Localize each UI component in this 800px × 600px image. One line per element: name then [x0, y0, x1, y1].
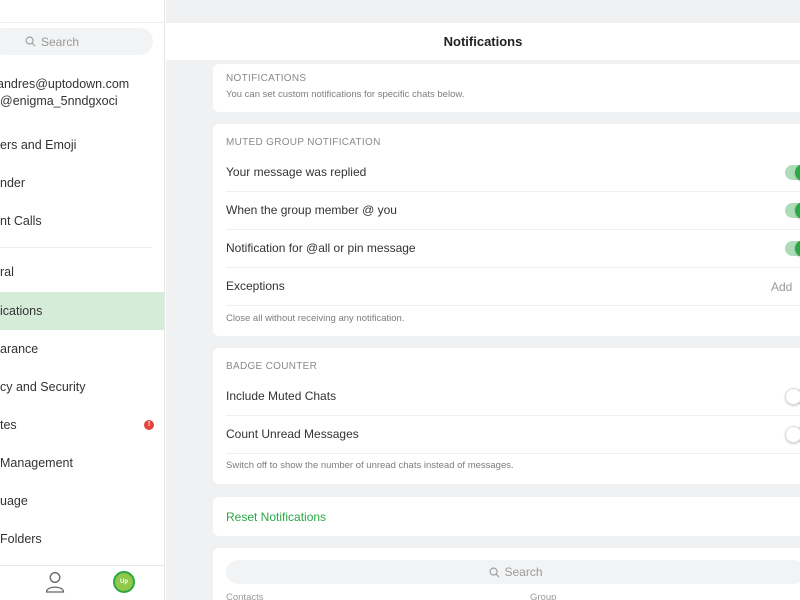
setting-label: Exceptions	[226, 279, 285, 293]
setting-row-member-mention[interactable]: When the group member @ you	[226, 191, 800, 229]
notifications-panel: Notifications NOTIFICATIONS You can set …	[166, 0, 800, 600]
contacts-icon[interactable]	[45, 571, 65, 593]
setting-row-message-replied[interactable]: Your message was replied	[226, 153, 800, 191]
row-divider	[226, 305, 800, 306]
add-exception-button[interactable]: Add	[771, 280, 792, 294]
setting-row-include-muted[interactable]: Include Muted Chats	[226, 377, 800, 415]
exceptions-search-input[interactable]: Search	[226, 560, 800, 584]
section-title-muted-group: MUTED GROUP NOTIFICATION	[226, 137, 381, 148]
toggle-all-pin[interactable]	[785, 240, 800, 257]
sidebar-item-label: tes	[0, 418, 17, 432]
sidebar-item-chat-folders[interactable]: Folders	[0, 520, 164, 558]
sidebar-search-input[interactable]: Search	[0, 28, 153, 55]
sidebar-item-notifications[interactable]: ications	[0, 292, 164, 330]
section-footer: Close all without receiving any notifica…	[226, 313, 405, 324]
sidebar-item-label: Management	[0, 456, 73, 470]
setting-row-count-unread[interactable]: Count Unread Messages	[226, 415, 800, 453]
sidebar-item-label: nt Calls	[0, 214, 42, 228]
toggle-knob	[795, 240, 800, 257]
tab-group[interactable]: Group	[530, 592, 556, 600]
search-icon	[490, 567, 500, 577]
badge-counter-card: BADGE COUNTER Include Muted Chats Count …	[213, 348, 800, 484]
sidebar-search-placeholder: Search	[41, 34, 80, 49]
sidebar-item-data-management[interactable]: Management	[0, 444, 164, 482]
section-description: You can set custom notifications for spe…	[226, 89, 465, 100]
toggle-message-replied[interactable]	[785, 164, 800, 181]
setting-label: When the group member @ you	[226, 203, 397, 217]
sidebar-item-label: uage	[0, 494, 28, 508]
toggle-knob	[785, 388, 800, 405]
sidebar-item-label: ers and Emoji	[0, 138, 77, 152]
update-alert-badge: !	[144, 420, 154, 430]
sidebar-divider	[0, 247, 152, 248]
reset-card: Reset Notifications	[213, 497, 800, 536]
sidebar-top-divider	[0, 22, 164, 23]
sidebar-item-label: cy and Security	[0, 380, 86, 394]
sidebar-item-label: arance	[0, 342, 39, 356]
setting-label: Include Muted Chats	[226, 389, 337, 403]
avatar[interactable]: Up	[113, 571, 135, 593]
toggle-member-mention[interactable]	[785, 202, 800, 219]
toggle-knob	[785, 426, 800, 443]
sidebar-item-label: Folders	[0, 532, 42, 546]
setting-label: Notification for @all or pin message	[226, 241, 416, 255]
toggle-include-muted[interactable]	[785, 388, 800, 405]
sidebar-item-language[interactable]: uage	[0, 482, 164, 520]
sidebar-item-recent-calls[interactable]: nt Calls	[0, 202, 164, 240]
sidebar-item-appearance[interactable]: arance	[0, 330, 164, 368]
notifications-info-card: NOTIFICATIONS You can set custom notific…	[213, 64, 800, 112]
sidebar-item-general[interactable]: ral	[0, 253, 164, 291]
setting-label: Count Unread Messages	[226, 427, 359, 441]
account-email: andres@uptodown.com	[0, 77, 130, 91]
sidebar-bottom-bar: Up	[0, 565, 164, 600]
page-title: Notifications	[443, 34, 523, 49]
sidebar-item-label: ral	[0, 265, 14, 279]
sidebar-item-label: nder	[0, 176, 26, 190]
account-username: @enigma_5nndgxoci	[0, 94, 118, 108]
section-title-notifications: NOTIFICATIONS	[226, 73, 307, 84]
setting-label: Your message was replied	[226, 165, 367, 179]
sidebar-item-stickers-emoji[interactable]: ers and Emoji	[0, 126, 164, 164]
sidebar-item-reminder[interactable]: nder	[0, 164, 164, 202]
toggle-count-unread[interactable]	[785, 426, 800, 443]
tab-contacts[interactable]: Contacts	[226, 592, 264, 600]
exceptions-search-placeholder: Search	[504, 565, 543, 579]
sidebar-item-label: ications	[0, 304, 43, 318]
search-icon	[25, 36, 36, 47]
section-title-badge-counter: BADGE COUNTER	[226, 361, 318, 372]
section-footer: Switch off to show the number of unread …	[226, 460, 514, 471]
muted-group-card: MUTED GROUP NOTIFICATION Your message wa…	[213, 124, 800, 336]
setting-row-all-pin[interactable]: Notification for @all or pin message	[226, 229, 800, 267]
sidebar-item-privacy-security[interactable]: cy and Security	[0, 368, 164, 406]
sidebar: Search andres@uptodown.com @enigma_5nndg…	[0, 0, 165, 600]
exceptions-list-card: Search Contacts Group	[213, 548, 800, 600]
toggle-knob	[795, 164, 800, 181]
reset-notifications-button[interactable]: Reset Notifications	[226, 510, 326, 524]
setting-row-exceptions[interactable]: Exceptions	[226, 267, 800, 305]
page-header: Notifications	[166, 22, 800, 60]
account-info[interactable]: andres@uptodown.com @enigma_5nndgxoci	[0, 76, 129, 110]
toggle-knob	[795, 202, 800, 219]
row-divider	[226, 453, 800, 454]
sidebar-item-updates[interactable]: tes !	[0, 406, 164, 444]
